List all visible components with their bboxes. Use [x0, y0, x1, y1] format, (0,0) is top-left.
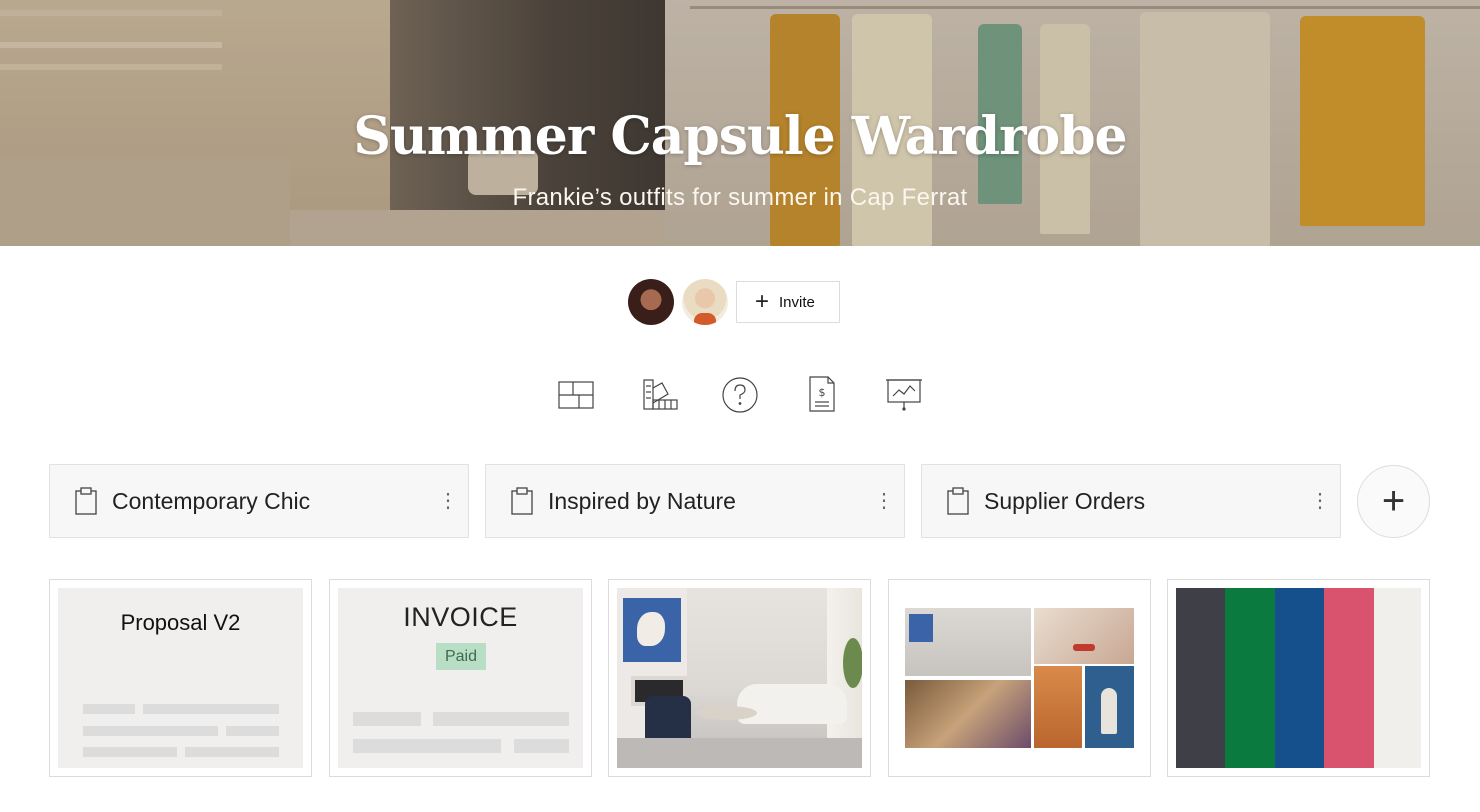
- svg-text:$: $: [819, 386, 826, 399]
- clipboard-icon: [511, 487, 533, 515]
- clipboard-icon: [75, 487, 97, 515]
- placeholder-line: [185, 747, 279, 757]
- collaborators-row: + Invite: [628, 279, 840, 325]
- folder-supplier-orders[interactable]: Supplier Orders ⋮: [921, 464, 1341, 538]
- folder-contemporary-chic[interactable]: Contemporary Chic ⋮: [49, 464, 469, 538]
- collage-red-car: [1073, 644, 1095, 651]
- moodboard-card[interactable]: [888, 579, 1151, 777]
- invite-button[interactable]: + Invite: [736, 281, 840, 323]
- avatar[interactable]: [628, 279, 674, 325]
- color-palette-card[interactable]: [1167, 579, 1430, 777]
- more-options-icon[interactable]: ⋮: [1300, 491, 1340, 511]
- folder-name: Contemporary Chic: [112, 487, 311, 514]
- plus-icon: +: [755, 288, 770, 315]
- color-swatch: [1274, 588, 1325, 768]
- room-table: [697, 706, 757, 720]
- room-rug: [617, 738, 862, 768]
- folder-name: Inspired by Nature: [548, 487, 736, 514]
- clipboard-icon: [947, 487, 969, 515]
- placeholder-line: [83, 704, 135, 714]
- page-title: Summer Capsule Wardrobe: [353, 106, 1127, 167]
- placeholder-line: [226, 726, 279, 736]
- collage-figure: [1101, 688, 1117, 734]
- placeholder-line: [353, 739, 501, 753]
- color-swatch: [1176, 588, 1226, 768]
- more-options-icon[interactable]: ⋮: [864, 491, 904, 511]
- collage-building: [1034, 666, 1082, 748]
- invite-label: Invite: [779, 293, 815, 311]
- room-photo: [617, 588, 862, 768]
- layout-grid-icon[interactable]: [556, 374, 596, 414]
- color-palette: [1176, 588, 1421, 768]
- color-swatch-ruler-icon[interactable]: [640, 374, 680, 414]
- tool-icon-bar: $: [556, 374, 926, 416]
- page-subtitle: Frankie’s outfits for summer in Cap Ferr…: [512, 184, 968, 211]
- invoice-dollar-icon[interactable]: $: [802, 374, 842, 414]
- placeholder-line: [514, 739, 569, 753]
- status-badge: Paid: [436, 643, 486, 670]
- placeholder-line: [143, 704, 279, 714]
- color-swatch: [1324, 588, 1375, 768]
- folder-name: Supplier Orders: [984, 487, 1146, 514]
- moodboard-collage: [897, 588, 1142, 768]
- room-sofa: [737, 684, 847, 724]
- proposal-title: Proposal V2: [120, 610, 241, 635]
- placeholder-line: [83, 726, 218, 736]
- invoice-preview: INVOICE Paid: [338, 588, 583, 768]
- collage-artwork: [909, 614, 933, 642]
- question-circle-icon[interactable]: [720, 374, 760, 414]
- invoice-title: INVOICE: [403, 602, 518, 632]
- proposal-preview: Proposal V2: [58, 588, 303, 768]
- more-options-icon[interactable]: ⋮: [428, 491, 468, 511]
- placeholder-line: [83, 747, 177, 757]
- room-plant: [843, 638, 862, 688]
- proposal-card[interactable]: Proposal V2: [49, 579, 312, 777]
- presentation-chart-icon[interactable]: [884, 374, 924, 414]
- invoice-card[interactable]: INVOICE Paid: [329, 579, 592, 777]
- color-swatch: [1373, 588, 1421, 768]
- add-folder-button[interactable]: +: [1357, 465, 1430, 538]
- folder-inspired-by-nature[interactable]: Inspired by Nature ⋮: [485, 464, 905, 538]
- placeholder-line: [353, 712, 421, 726]
- collage-flower: [905, 680, 1031, 748]
- avatar[interactable]: [682, 279, 728, 325]
- room-artwork-shape: [637, 612, 665, 646]
- placeholder-line: [433, 712, 569, 726]
- hero-banner: Summer Capsule Wardrobe Frankie’s outfit…: [0, 0, 1480, 246]
- collage-desert: [1034, 608, 1134, 664]
- room-photo-card[interactable]: [608, 579, 871, 777]
- color-swatch: [1225, 588, 1276, 768]
